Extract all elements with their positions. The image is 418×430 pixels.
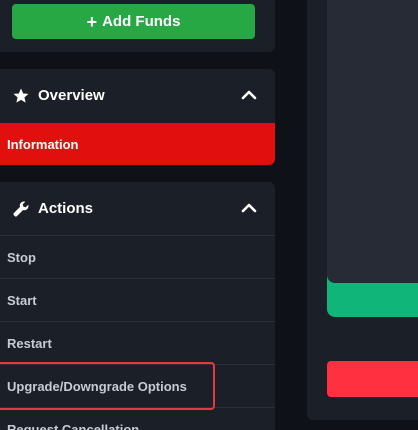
chevron-up-icon[interactable] (241, 200, 257, 216)
actions-header[interactable]: Actions (0, 182, 275, 235)
client-area: + Add Funds Overview Information Actions (0, 0, 418, 430)
overview-item-label: Information (7, 136, 79, 152)
add-funds-button[interactable]: + Add Funds (12, 4, 255, 39)
action-item-stop[interactable]: Stop (0, 235, 275, 278)
action-item-label: Restart (7, 335, 52, 351)
plus-icon: + (86, 11, 98, 32)
overview-item-information[interactable]: Information (0, 123, 275, 165)
action-item-label: Request Cancellation (7, 421, 140, 430)
funds-card: + Add Funds (0, 0, 275, 52)
wrench-icon (12, 200, 30, 218)
add-funds-label: Add Funds (102, 13, 181, 30)
actions-panel: Actions Stop Start Restart Upgrade/Downg… (0, 182, 275, 430)
overview-title: Overview (38, 87, 105, 104)
action-item-restart[interactable]: Restart (0, 321, 275, 364)
chevron-up-icon[interactable] (241, 87, 257, 103)
star-icon (12, 87, 30, 105)
overview-header[interactable]: Overview (0, 69, 275, 122)
red-action-button[interactable] (327, 361, 418, 397)
overview-panel: Overview Information (0, 69, 275, 165)
actions-title: Actions (38, 200, 94, 217)
action-item-label: Upgrade/Downgrade Options (7, 378, 187, 394)
action-item-start[interactable]: Start (0, 278, 275, 321)
action-item-upgrade-downgrade[interactable]: Upgrade/Downgrade Options (0, 364, 275, 407)
action-item-request-cancellation[interactable]: Request Cancellation (0, 407, 275, 430)
action-item-label: Start (7, 292, 37, 308)
content-panel (327, 0, 418, 283)
actions-list: Stop Start Restart Upgrade/Downgrade Opt… (0, 235, 275, 430)
action-item-label: Stop (7, 249, 36, 265)
